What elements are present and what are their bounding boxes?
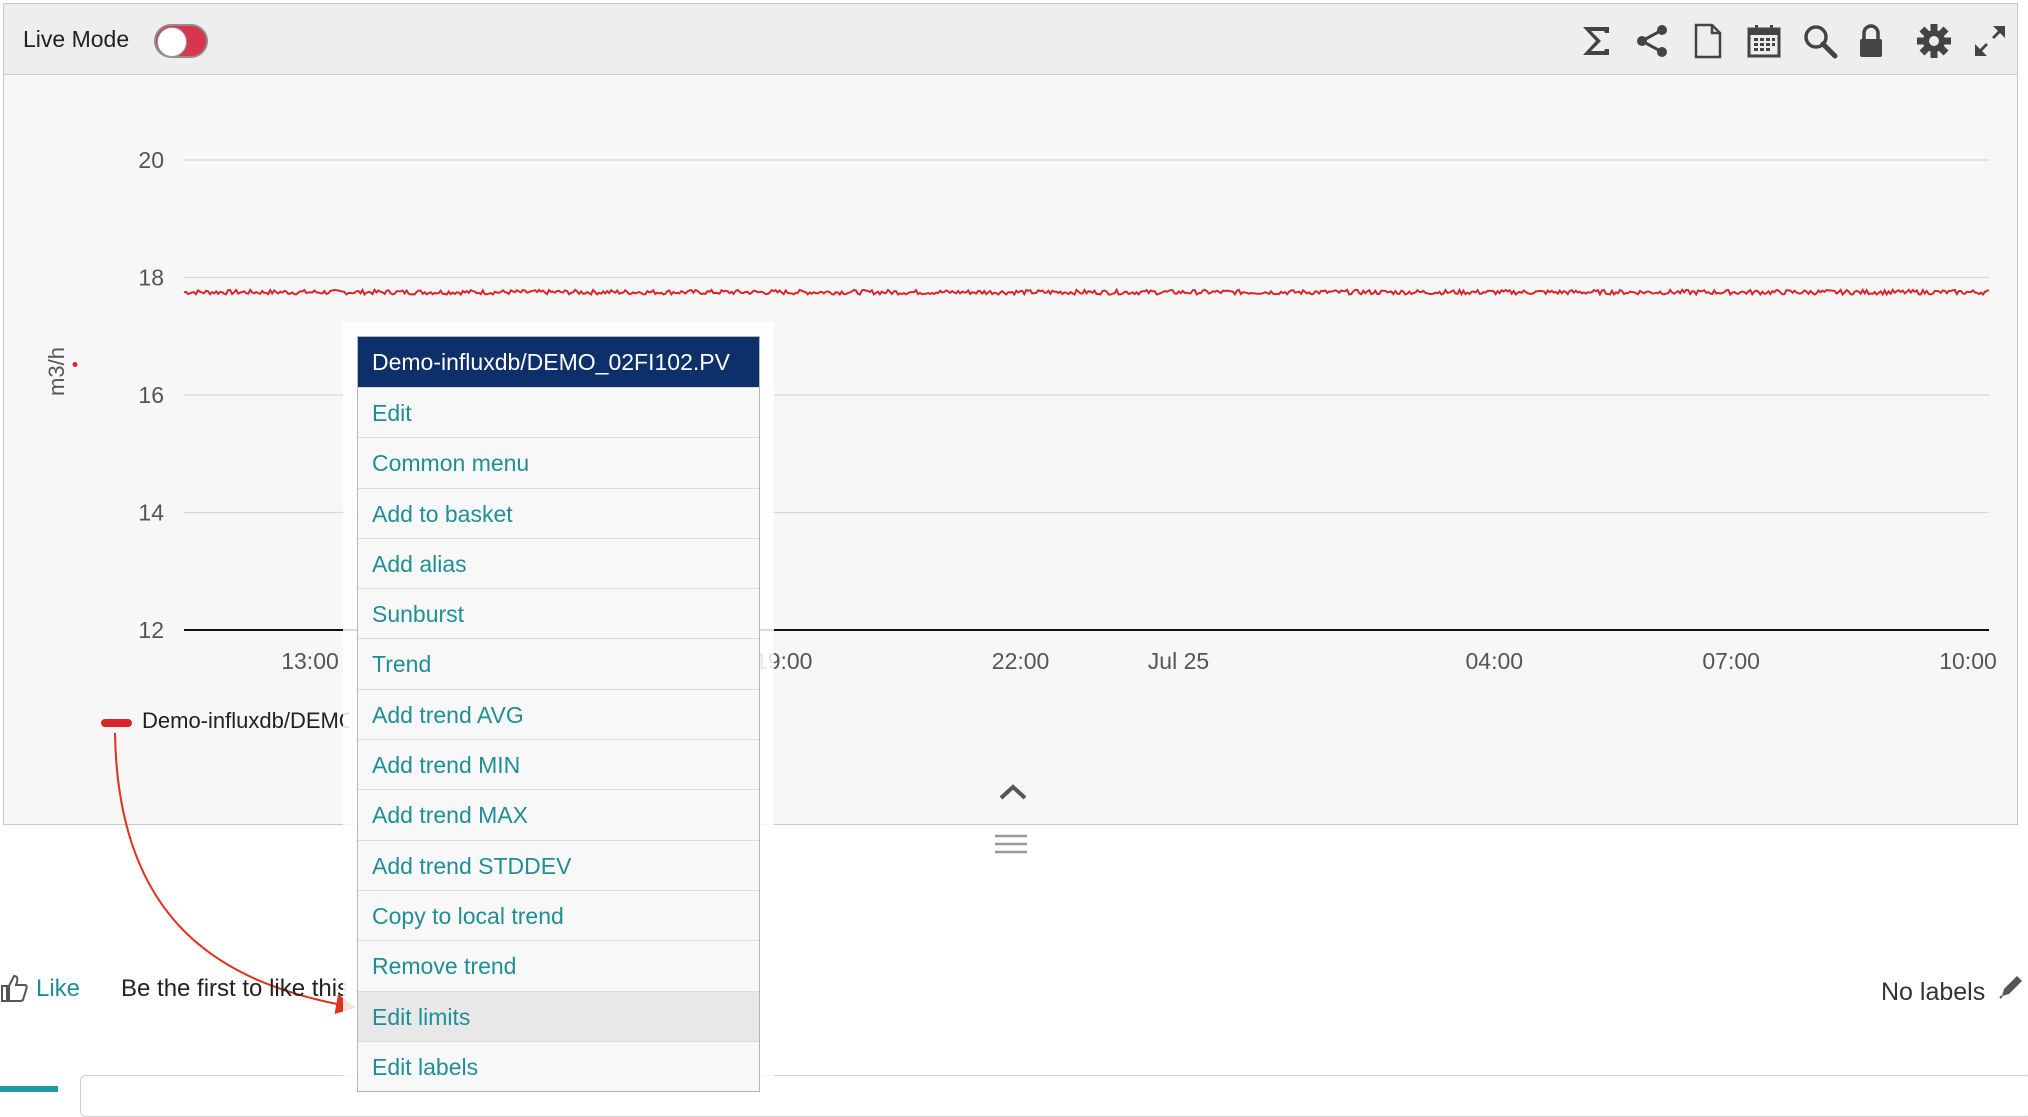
menu-item-common-menu[interactable]: Common menu (358, 437, 759, 488)
thumbs-up-icon[interactable] (0, 973, 28, 1008)
menu-item-add-trend-max[interactable]: Add trend MAX (358, 789, 759, 840)
y-tick-label: 16 (138, 382, 164, 408)
trend-panel: Live Mode 20 18 16 14 12 m3/h 13:00 19:0… (3, 3, 2018, 825)
menu-item-edit[interactable]: Edit (358, 387, 759, 438)
x-tick-label: 13:00 (281, 648, 339, 674)
menu-item-copy-to-local-trend[interactable]: Copy to local trend (358, 889, 759, 941)
legend-series-swatch (101, 719, 132, 727)
x-tick-label: 10:00 (1939, 648, 1997, 674)
series-line (183, 287, 1990, 297)
x-tick-label: 07:00 (1702, 648, 1760, 674)
menu-item-add-to-basket[interactable]: Add to basket (358, 487, 759, 538)
x-tick-label: 19:00 (755, 648, 813, 674)
like-status-text: Be the first to like this (121, 975, 346, 1002)
live-mode-toggle[interactable] (154, 24, 208, 58)
menu-item-trend[interactable]: Trend (358, 638, 759, 689)
menu-item-add-trend-min[interactable]: Add trend MIN (358, 739, 759, 790)
chart-toolbar: Live Mode (4, 4, 2017, 75)
trend-chart[interactable]: 2018161412m3/h13:0016:0019:0022:00Jul 25… (4, 74, 2016, 814)
document-icon[interactable] (1687, 20, 1729, 62)
x-tick-label: 04:00 (1466, 648, 1524, 674)
y-axis-marker-dot (72, 362, 78, 367)
legend-series-label[interactable]: Demo-influxdb/DEMO_02FI102.PV (142, 708, 349, 734)
expand-icon[interactable] (1969, 20, 2011, 62)
y-tick-label: 20 (138, 147, 164, 173)
x-tick-label: 22:00 (992, 648, 1050, 674)
y-tick-label: 14 (138, 500, 164, 526)
y-axis-label: m3/h (44, 347, 69, 396)
gear-icon[interactable] (1913, 20, 1955, 62)
context-menu: Demo-influxdb/DEMO_02FI102.PV Edit Common… (357, 336, 760, 1093)
live-mode-label: Live Mode (23, 26, 130, 52)
calendar-icon[interactable] (1743, 20, 1785, 62)
y-tick-label: 18 (138, 265, 164, 291)
labels-text: No labels (1881, 978, 1986, 1006)
context-menu-header: Demo-influxdb/DEMO_02FI102.PV (358, 337, 759, 387)
bottom-tab-indicator (0, 1086, 58, 1092)
like-link[interactable]: Like (36, 975, 80, 1003)
resize-handle-icon[interactable] (994, 833, 1028, 860)
x-tick-label: Jul 25 (1148, 648, 1209, 674)
menu-item-add-trend-stddev[interactable]: Add trend STDDEV (358, 839, 759, 890)
menu-item-add-alias[interactable]: Add alias (358, 537, 759, 589)
y-tick-label: 12 (138, 617, 164, 643)
search-icon[interactable] (1799, 20, 1841, 62)
menu-item-edit-limits[interactable]: Edit limits (358, 990, 759, 1041)
sigma-icon[interactable] (1575, 20, 1617, 62)
menu-item-sunburst[interactable]: Sunburst (358, 588, 759, 639)
lock-icon[interactable] (1850, 20, 1892, 62)
menu-item-add-trend-avg[interactable]: Add trend AVG (358, 688, 759, 740)
chevron-up-icon[interactable] (998, 782, 1028, 807)
menu-item-remove-trend[interactable]: Remove trend (358, 940, 759, 991)
menu-item-edit-labels[interactable]: Edit labels (358, 1040, 759, 1092)
toggle-knob (157, 27, 187, 57)
pencil-icon[interactable] (1998, 974, 2024, 1005)
share-icon[interactable] (1631, 20, 1673, 62)
